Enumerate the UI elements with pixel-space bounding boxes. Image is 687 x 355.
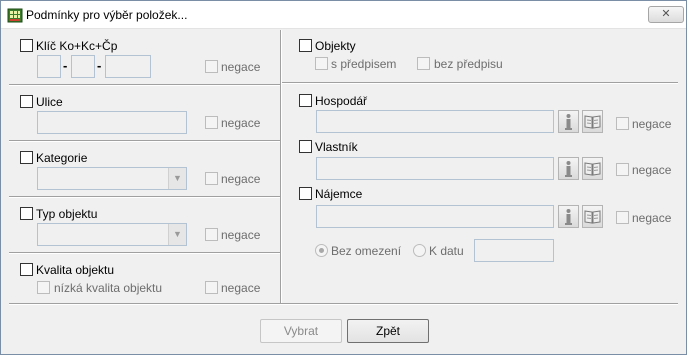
vybrat-button[interactable]: Vybrat	[260, 319, 342, 343]
info-icon	[565, 114, 572, 130]
najemce-field[interactable]	[316, 205, 554, 228]
ulice-negace-label: negace	[221, 116, 261, 130]
bez-predpisu-checkbox[interactable]	[417, 57, 430, 70]
klic-kc-field[interactable]	[71, 55, 95, 78]
kategorie-negace-label: negace	[221, 172, 261, 186]
bez-omezeni-radio[interactable]	[315, 244, 328, 257]
typ-objektu-negace-checkbox[interactable]	[205, 228, 218, 241]
s-predpisem-label: s předpisem	[331, 57, 397, 71]
klic-separator-2: -	[97, 58, 102, 73]
hospodar-book-button[interactable]	[582, 110, 603, 133]
objekty-checkbox[interactable]	[299, 39, 312, 52]
kvalita-negace-label: negace	[221, 281, 261, 295]
chevron-down-icon[interactable]: ▼	[168, 224, 186, 245]
bez-omezeni-label: Bez omezení	[331, 244, 402, 258]
nizka-kvalita-label: nízká kvalita objektu	[54, 281, 163, 295]
kvalita-label: Kvalita objektu	[36, 263, 115, 277]
vlastnik-info-button[interactable]	[558, 157, 579, 180]
app-grid-icon	[7, 8, 23, 23]
kategorie-label: Kategorie	[36, 151, 88, 165]
kvalita-checkbox[interactable]	[20, 263, 33, 276]
k-datu-label: K datu	[429, 244, 464, 258]
klic-ko-field[interactable]	[37, 55, 61, 78]
info-icon	[565, 161, 572, 177]
hospodar-checkbox[interactable]	[299, 94, 312, 107]
najemce-info-button[interactable]	[558, 205, 579, 228]
objekty-label: Objekty	[315, 39, 356, 53]
divider-bottom	[9, 303, 678, 305]
najemce-book-button[interactable]	[582, 205, 603, 228]
najemce-label: Nájemce	[315, 187, 363, 201]
nizka-kvalita-checkbox[interactable]	[37, 281, 50, 294]
vlastnik-negace-label: negace	[632, 163, 672, 177]
ulice-negace-checkbox[interactable]	[205, 116, 218, 129]
ulice-label: Ulice	[36, 95, 63, 109]
divider-left-1	[9, 84, 280, 86]
kvalita-negace-checkbox[interactable]	[205, 281, 218, 294]
klic-cp-field[interactable]	[105, 55, 151, 78]
vlastnik-book-button[interactable]	[582, 157, 603, 180]
info-icon	[565, 209, 572, 225]
klic-negace-checkbox[interactable]	[205, 60, 218, 73]
divider-left-3	[9, 196, 280, 198]
klic-negace-label: negace	[221, 60, 261, 74]
typ-objektu-select[interactable]: ▼	[37, 223, 187, 246]
k-datu-radio[interactable]	[413, 244, 426, 257]
divider-left-4	[9, 252, 280, 254]
ulice-field[interactable]	[37, 111, 187, 134]
klic-separator-1: -	[63, 58, 68, 73]
vertical-divider	[280, 30, 282, 303]
klic-checkbox[interactable]	[20, 39, 33, 52]
vlastnik-field[interactable]	[316, 157, 554, 180]
zpet-button[interactable]: Zpět	[347, 319, 429, 343]
book-icon	[584, 210, 601, 224]
hospodar-negace-checkbox[interactable]	[616, 117, 629, 130]
s-predpisem-checkbox[interactable]	[315, 57, 328, 70]
kategorie-select[interactable]: ▼	[37, 167, 187, 190]
ulice-checkbox[interactable]	[20, 95, 33, 108]
kategorie-negace-checkbox[interactable]	[205, 172, 218, 185]
window-title: Podmínky pro výběr položek...	[26, 8, 188, 22]
najemce-checkbox[interactable]	[299, 187, 312, 200]
divider-right-1	[282, 82, 678, 84]
bez-predpisu-label: bez předpisu	[434, 57, 503, 71]
k-datu-date-field[interactable]	[474, 239, 554, 262]
hospodar-field[interactable]	[316, 110, 554, 133]
vlastnik-checkbox[interactable]	[299, 140, 312, 153]
divider-left-2	[9, 140, 280, 142]
najemce-negace-label: negace	[632, 211, 672, 225]
chevron-down-icon[interactable]: ▼	[168, 168, 186, 189]
typ-objektu-label: Typ objektu	[36, 207, 98, 221]
close-button[interactable]: ✕	[648, 6, 684, 23]
hospodar-negace-label: negace	[632, 117, 672, 131]
kategorie-checkbox[interactable]	[20, 151, 33, 164]
klic-label: Klíč Ko+Kc+Čp	[36, 39, 118, 53]
typ-objektu-checkbox[interactable]	[20, 207, 33, 220]
close-icon: ✕	[661, 8, 671, 20]
dialog-window: Podmínky pro výběr položek... ✕ Klíč Ko+…	[0, 0, 687, 355]
hospodar-label: Hospodář	[315, 94, 368, 108]
book-icon	[584, 115, 601, 129]
typ-objektu-negace-label: negace	[221, 228, 261, 242]
book-icon	[584, 162, 601, 176]
najemce-negace-checkbox[interactable]	[616, 211, 629, 224]
vlastnik-label: Vlastník	[315, 140, 358, 154]
title-bar: Podmínky pro výběr položek... ✕	[1, 1, 686, 29]
hospodar-info-button[interactable]	[558, 110, 579, 133]
vlastnik-negace-checkbox[interactable]	[616, 163, 629, 176]
